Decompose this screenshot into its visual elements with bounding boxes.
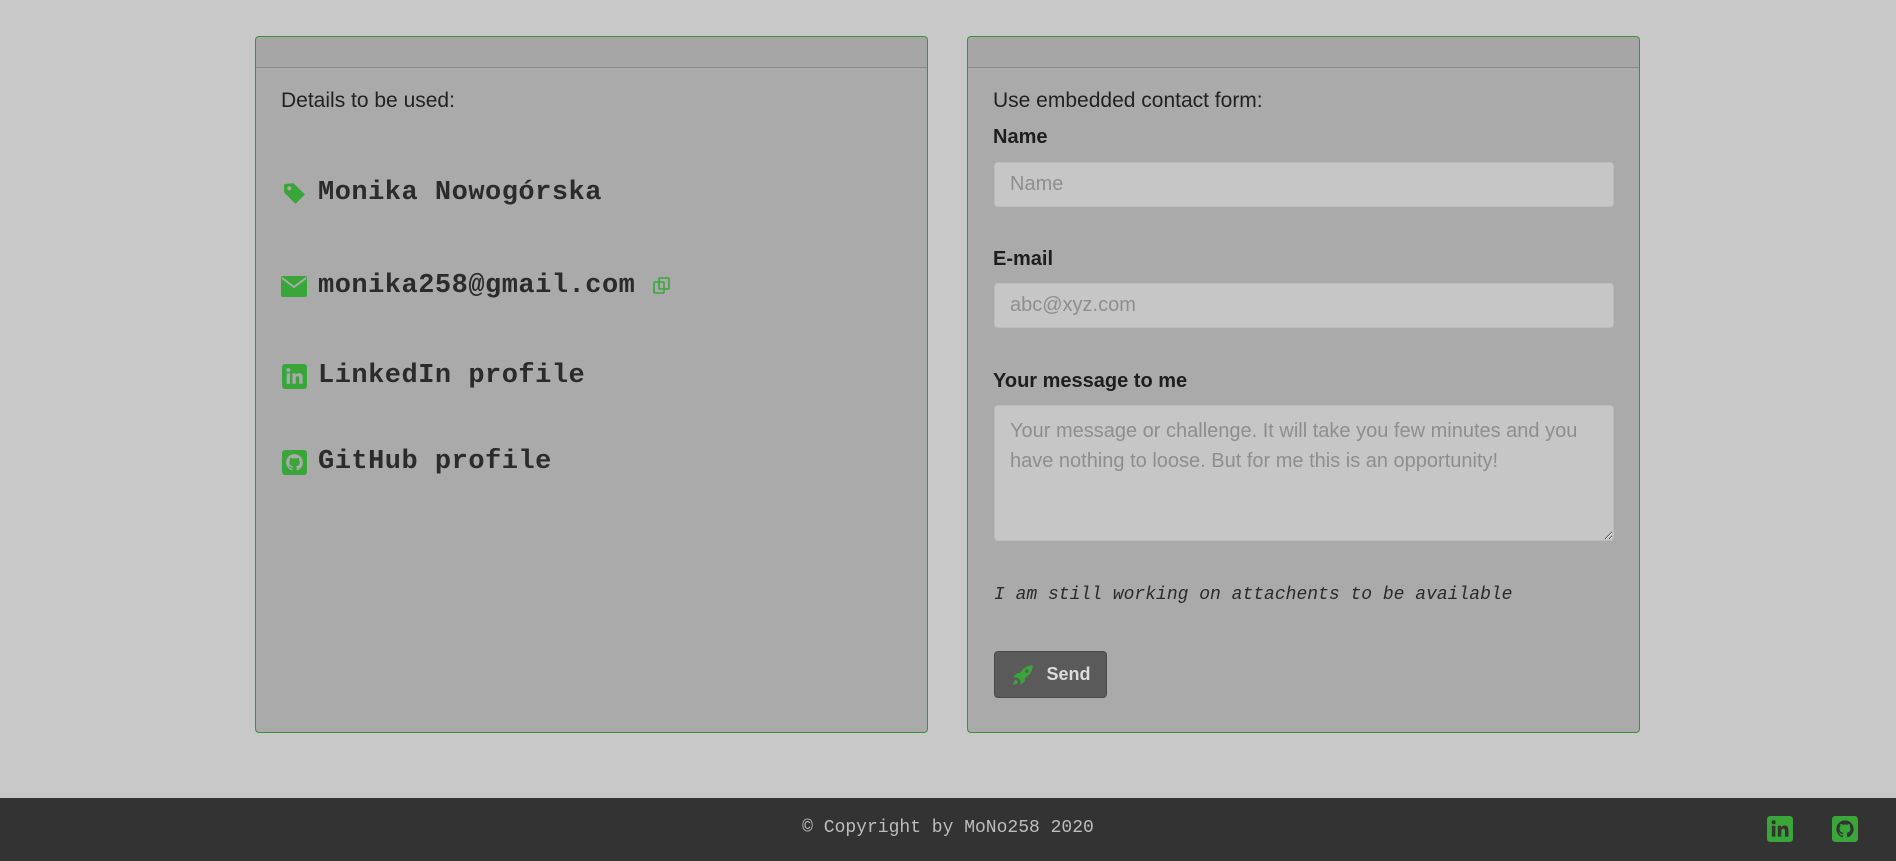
name-label: Name [993,126,1048,148]
detail-email: monika258@gmail.com [281,271,671,301]
linkedin-icon[interactable] [1767,816,1793,842]
detail-name: Monika Nowogórska [281,178,602,208]
card-header [968,37,1639,68]
copy-icon[interactable] [653,277,671,295]
send-button[interactable]: Send [994,651,1107,698]
name-input[interactable] [994,162,1614,207]
detail-linkedin[interactable]: LinkedIn profile [281,361,585,391]
github-icon[interactable] [1832,816,1858,842]
card-header [256,37,927,68]
email-field[interactable] [994,283,1614,328]
details-card: Details to be used: Monika Nowogórska mo… [255,36,928,733]
tag-icon [281,180,307,206]
detail-github[interactable]: GitHub profile [281,447,552,477]
github-icon [281,449,307,475]
github-link[interactable]: GitHub profile [318,447,552,477]
attachments-note: I am still working on attachents to be a… [994,585,1513,605]
full-name: Monika Nowogórska [318,178,602,208]
send-label: Send [1046,664,1091,684]
form-intro: Use embedded contact form: [993,89,1263,112]
envelope-icon [281,273,307,299]
footer: © Copyright by MoNo258 2020 [0,798,1896,861]
message-textarea[interactable] [994,405,1614,541]
copyright-text: © Copyright by MoNo258 2020 [802,818,1094,838]
message-label: Your message to me [993,370,1188,392]
rocket-icon [1010,662,1036,688]
email-address[interactable]: monika258@gmail.com [318,271,635,301]
linkedin-icon [281,363,307,389]
details-intro: Details to be used: [281,89,455,112]
email-label: E-mail [993,248,1054,270]
linkedin-link[interactable]: LinkedIn profile [318,361,585,391]
contact-form-card: Use embedded contact form: Name E-mail Y… [967,36,1640,733]
